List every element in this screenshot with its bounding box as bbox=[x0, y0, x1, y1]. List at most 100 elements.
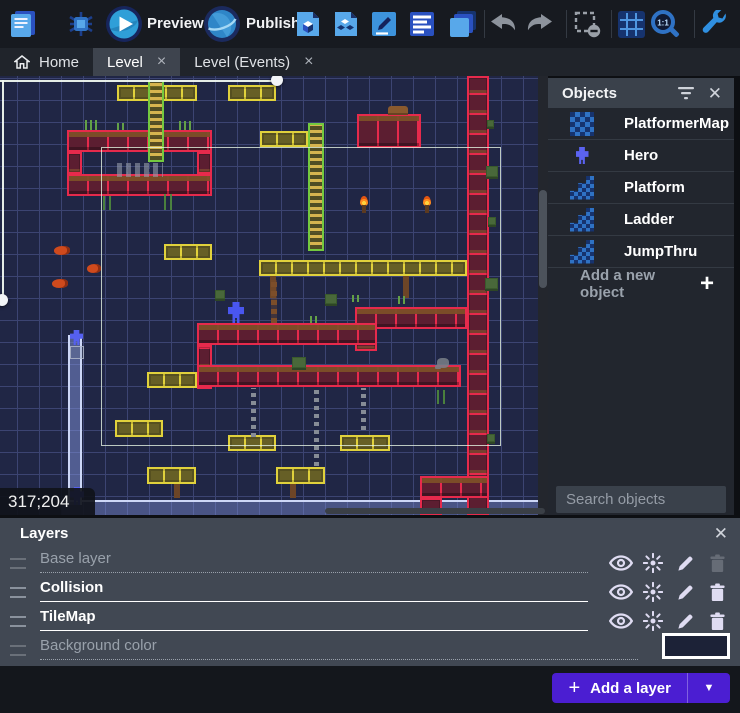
effects-icon[interactable] bbox=[640, 610, 666, 632]
drag-handle-icon[interactable] bbox=[10, 558, 26, 569]
trash-icon[interactable] bbox=[704, 610, 730, 632]
close-icon[interactable]: ✕ bbox=[708, 85, 722, 102]
search-objects-field bbox=[556, 486, 726, 513]
edit-icon[interactable] bbox=[672, 581, 698, 603]
visibility-icon[interactable] bbox=[608, 610, 634, 632]
crate-platform[interactable] bbox=[276, 467, 325, 484]
ghost-box bbox=[70, 346, 84, 359]
filter-icon[interactable] bbox=[678, 87, 694, 100]
selection-handle[interactable] bbox=[0, 294, 8, 306]
tab-level[interactable]: Level× bbox=[93, 48, 180, 76]
objects-list: PlatformerMapHeroPlatform Ladder JumpThru bbox=[548, 108, 734, 268]
layer-controls bbox=[602, 552, 730, 574]
visibility-icon[interactable] bbox=[608, 552, 634, 574]
crate-platform[interactable] bbox=[228, 85, 276, 101]
tab-close-icon[interactable]: × bbox=[157, 54, 166, 70]
layer-controls bbox=[602, 610, 730, 632]
layers-panel: Layers ✕ Base layer Collision TileMap Backg… bbox=[0, 518, 740, 666]
object-item-hero[interactable]: Hero bbox=[548, 140, 734, 172]
zoom-1-1-icon[interactable]: 1:1 bbox=[650, 9, 680, 39]
background-color-swatch[interactable] bbox=[662, 633, 730, 659]
edit-icon[interactable] bbox=[672, 552, 698, 574]
tab-label: Level (Events) bbox=[194, 54, 290, 71]
toolbar-separator bbox=[694, 10, 695, 38]
plus-icon: + bbox=[700, 272, 714, 296]
grass-tuft bbox=[117, 123, 127, 130]
object-item-ladder[interactable]: Ladder bbox=[548, 204, 734, 236]
tab-home[interactable]: Home bbox=[0, 48, 93, 76]
wood-post bbox=[290, 484, 296, 498]
publish-icon[interactable] bbox=[203, 5, 241, 43]
tile-stack-icon bbox=[570, 176, 594, 200]
hero-sprite-icon bbox=[570, 144, 594, 168]
add-layer-main[interactable]: + Add a layer bbox=[552, 673, 688, 703]
layers-panel-header: Layers ✕ bbox=[0, 518, 740, 548]
redo-icon[interactable] bbox=[524, 9, 554, 39]
toggle-grid-icon[interactable] bbox=[616, 9, 646, 39]
objects-panel-header: Objects ✕ bbox=[548, 78, 734, 108]
critter[interactable] bbox=[52, 279, 68, 288]
chevron-down-icon[interactable]: ▼ bbox=[688, 673, 730, 703]
grass-tuft bbox=[85, 120, 99, 130]
object-item-platform[interactable]: Platform bbox=[548, 172, 734, 204]
layer-controls bbox=[652, 633, 730, 661]
effects-icon[interactable] bbox=[640, 552, 666, 574]
object-item-jumpthru[interactable]: JumpThru bbox=[548, 236, 734, 268]
water-column[interactable] bbox=[68, 335, 82, 505]
object-item-platformermap[interactable]: PlatformerMap bbox=[548, 108, 734, 140]
crate-platform[interactable] bbox=[260, 131, 308, 147]
tile-stack-icon bbox=[570, 240, 594, 264]
brick-platform[interactable] bbox=[420, 476, 489, 498]
object-label: Ladder bbox=[624, 211, 674, 228]
critter[interactable] bbox=[54, 246, 70, 255]
open-objects-editor-icon[interactable] bbox=[293, 9, 323, 39]
add-new-object-button[interactable]: Add a new object + bbox=[548, 268, 734, 300]
selection-handle[interactable] bbox=[271, 76, 283, 86]
undo-icon[interactable] bbox=[489, 9, 519, 39]
debugger-icon[interactable] bbox=[66, 9, 96, 39]
cursor-coordinates: 317;204 bbox=[0, 488, 95, 515]
add-layer-button[interactable]: + Add a layer ▼ bbox=[552, 673, 730, 703]
layers-panel-title: Layers bbox=[0, 525, 714, 542]
drag-handle-icon[interactable] bbox=[10, 587, 26, 598]
level-canvas[interactable]: 317;204 bbox=[0, 76, 548, 515]
open-object-groups-icon[interactable] bbox=[331, 9, 361, 39]
effects-icon[interactable] bbox=[640, 581, 666, 603]
visibility-icon[interactable] bbox=[608, 581, 634, 603]
trash-icon bbox=[704, 552, 730, 574]
close-icon[interactable]: ✕ bbox=[714, 525, 728, 542]
open-layers-editor-icon[interactable] bbox=[448, 9, 478, 39]
layer-name-field[interactable]: Collision bbox=[40, 579, 588, 602]
open-properties-icon[interactable] bbox=[369, 9, 399, 39]
crate-platform[interactable] bbox=[147, 467, 196, 484]
drag-handle-icon[interactable] bbox=[10, 616, 26, 627]
horizontal-scrollbar-thumb[interactable] bbox=[325, 508, 545, 514]
plus-icon: + bbox=[568, 678, 580, 698]
toolbar-separator bbox=[484, 10, 485, 38]
layer-name-field[interactable]: Background color bbox=[40, 637, 638, 660]
layer-name-field[interactable]: Base layer bbox=[40, 550, 588, 573]
grass-tuft bbox=[179, 121, 191, 130]
brick-block[interactable] bbox=[357, 114, 421, 148]
home-icon bbox=[14, 55, 30, 69]
layer-row-collision: Collision bbox=[0, 577, 740, 606]
preview-icon[interactable] bbox=[105, 5, 143, 43]
tab-level-events[interactable]: Level (Events) × bbox=[180, 48, 327, 76]
tab-close-icon[interactable]: × bbox=[304, 54, 313, 70]
drag-handle-icon[interactable] bbox=[10, 645, 26, 656]
tile-stack-icon bbox=[570, 208, 594, 232]
critter[interactable] bbox=[87, 264, 101, 273]
search-objects-input[interactable] bbox=[556, 490, 740, 509]
trash-icon[interactable] bbox=[704, 581, 730, 603]
bush bbox=[487, 120, 494, 127]
open-instances-list-icon[interactable] bbox=[407, 9, 437, 39]
preview-label[interactable]: Preview bbox=[147, 15, 204, 32]
layer-name-field[interactable]: TileMap bbox=[40, 608, 588, 631]
brick-wall[interactable] bbox=[67, 152, 82, 174]
clear-selection-icon[interactable] bbox=[572, 9, 602, 39]
customize-toolbar-icon[interactable] bbox=[700, 9, 730, 39]
vertical-scrollbar-thumb[interactable] bbox=[539, 190, 547, 288]
project-manager-icon[interactable] bbox=[8, 9, 38, 39]
edit-icon[interactable] bbox=[672, 610, 698, 632]
tilemap-checker-icon bbox=[570, 112, 594, 136]
